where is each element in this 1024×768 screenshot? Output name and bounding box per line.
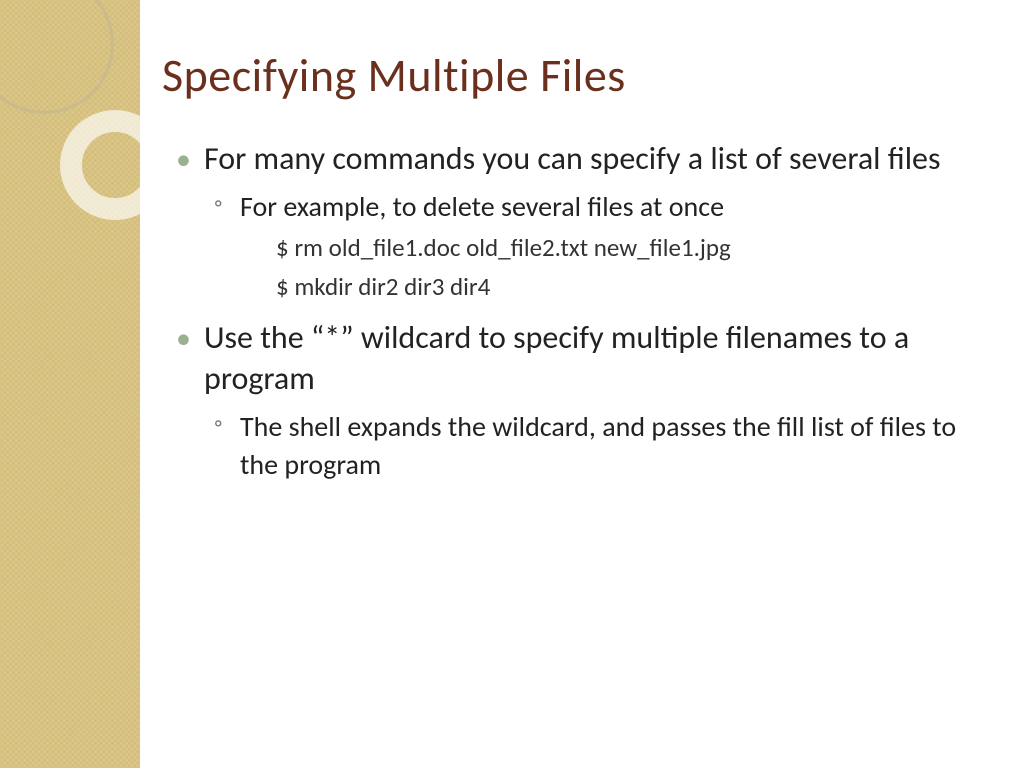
bullet-text: For many commands you can specify a list… (204, 139, 940, 178)
bullet-list: For many commands you can specify a list… (162, 138, 994, 484)
slide-content: Specifying Multiple Files For many comma… (162, 48, 994, 494)
decorative-circle-outline (0, 0, 114, 114)
command-line: $ rm old_file1.doc old_file2.txt new_fil… (276, 229, 994, 268)
bullet-text: Use the “*” wildcard to specify multiple… (204, 318, 909, 399)
sub-bullet-item: For example, to delete several files at … (240, 188, 994, 307)
sub-bullet-text: The shell expands the wildcard, and pass… (240, 409, 956, 482)
command-line: $ mkdir dir2 dir3 dir4 (276, 268, 994, 307)
slide-title: Specifying Multiple Files (162, 48, 994, 104)
sub-bullet-list: The shell expands the wildcard, and pass… (204, 408, 994, 484)
sub-bullet-text: For example, to delete several files at … (240, 189, 724, 224)
decorative-sidebar (0, 0, 140, 768)
sub-bullet-list: For example, to delete several files at … (204, 188, 994, 307)
bullet-item: Use the “*” wildcard to specify multiple… (204, 317, 994, 484)
decorative-circle-ring (60, 110, 170, 220)
sub-bullet-item: The shell expands the wildcard, and pass… (240, 408, 994, 484)
bullet-item: For many commands you can specify a list… (204, 138, 994, 307)
command-block: $ rm old_file1.doc old_file2.txt new_fil… (240, 229, 994, 307)
